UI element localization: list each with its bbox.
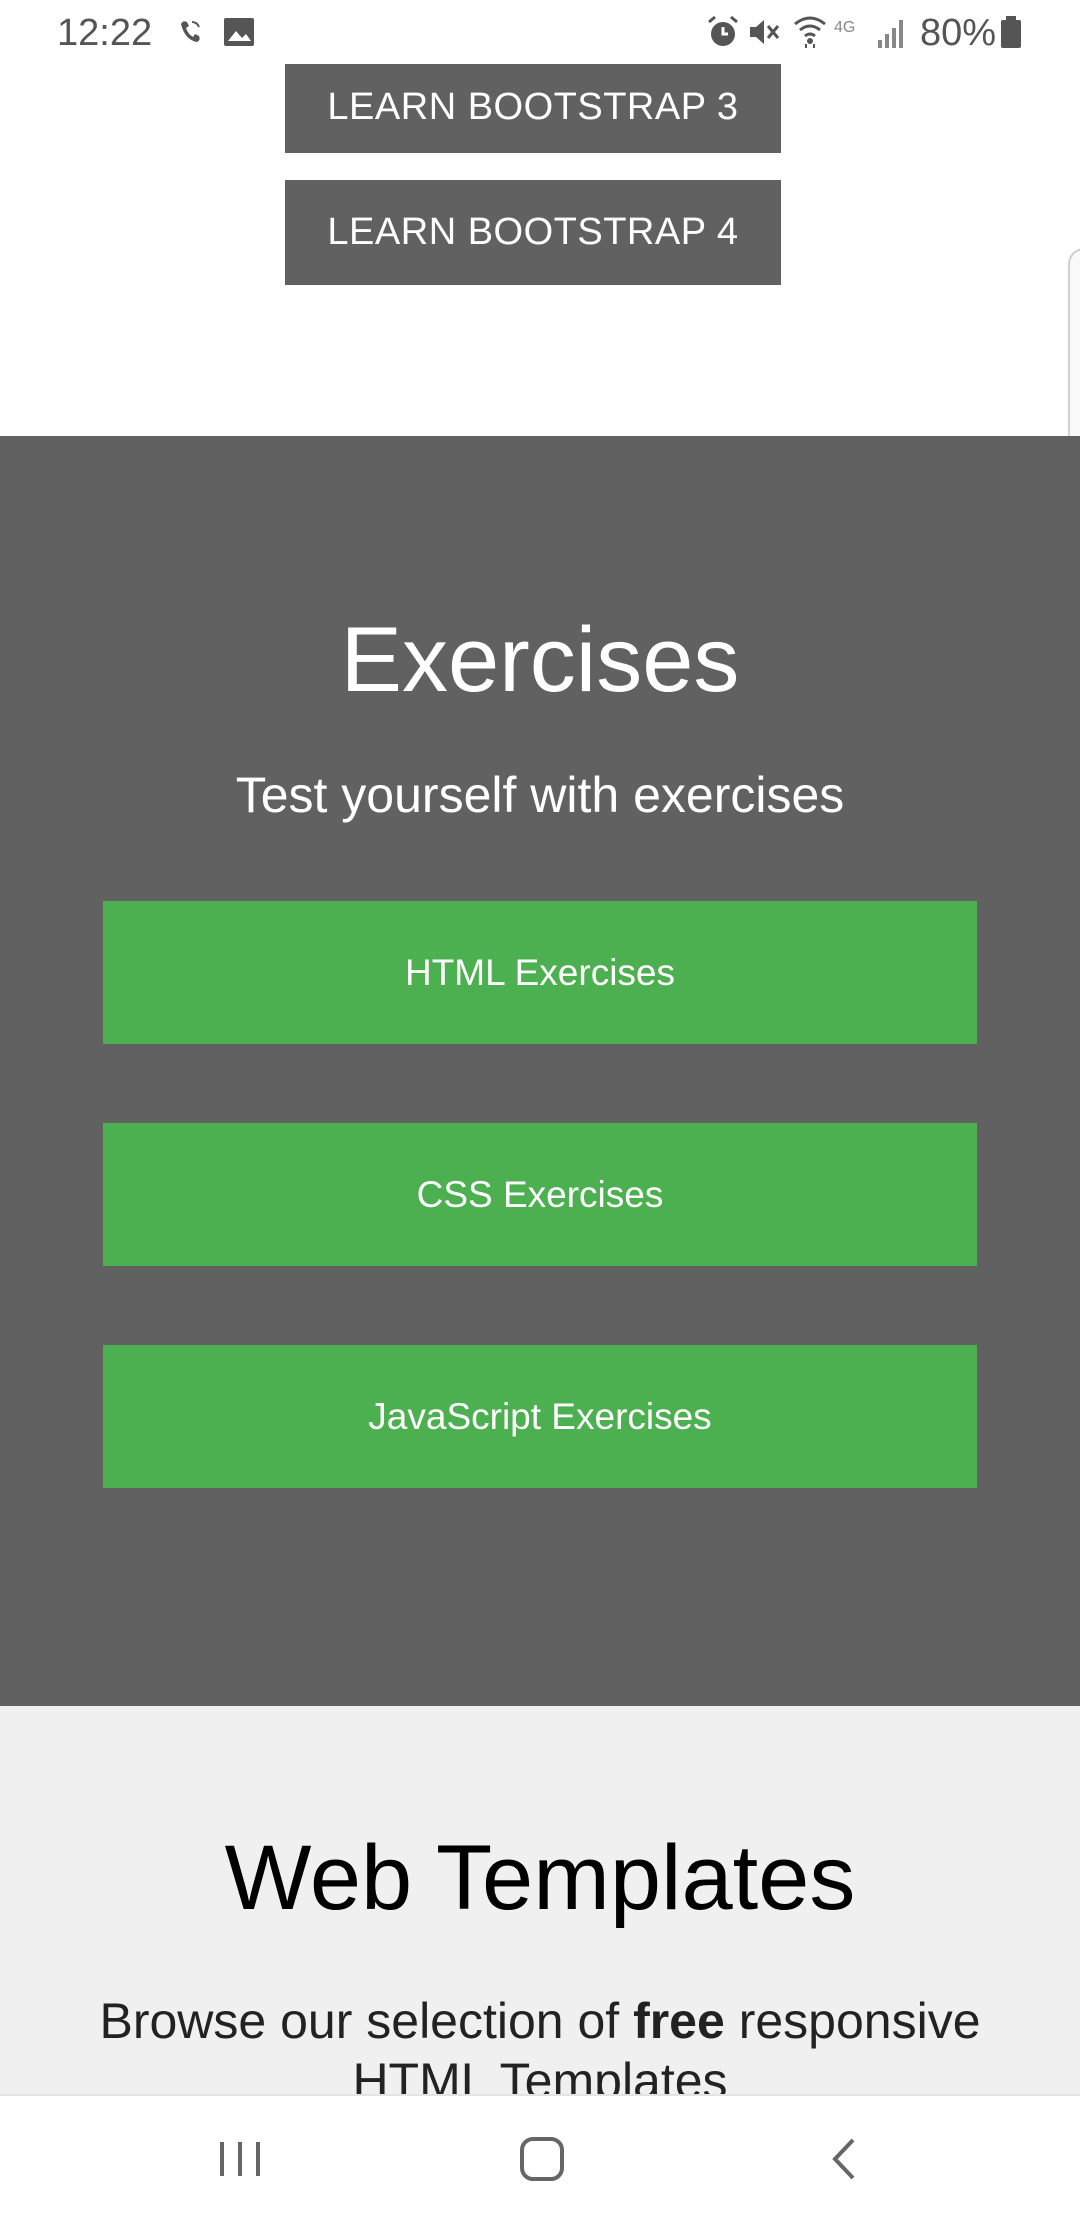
svg-text:4G: 4G	[834, 19, 855, 36]
recent-apps-icon[interactable]	[190, 2126, 290, 2192]
templates-title: Web Templates	[224, 1827, 856, 1929]
wifi-icon	[794, 16, 826, 48]
exercises-subtitle: Test yourself with exercises	[235, 767, 845, 823]
templates-desc-bold: free	[633, 1993, 725, 2049]
top-section: LEARN BOOTSTRAP 3 LEARN BOOTSTRAP 4	[0, 0, 1080, 436]
wifi-call-icon	[181, 21, 200, 42]
battery-icon	[1001, 16, 1021, 48]
lte-icon: 4G	[834, 19, 855, 36]
exercises-section: Exercises Test yourself with exercises H…	[0, 436, 1080, 1706]
alarm-icon	[708, 15, 738, 46]
status-bar: 12:22 4G 80%	[0, 0, 1080, 64]
css-exercises-button[interactable]: CSS Exercises	[103, 1123, 977, 1266]
status-time: 12:22	[57, 12, 153, 54]
templates-description: Browse our selection of free responsive …	[60, 1991, 1020, 2106]
signal-icon	[878, 20, 903, 48]
learn-bootstrap3-button[interactable]: LEARN BOOTSTRAP 3	[285, 62, 781, 153]
templates-section: Web Templates Browse our selection of fr…	[0, 1706, 1080, 2106]
home-icon[interactable]	[492, 2126, 592, 2192]
learn-bootstrap4-button[interactable]: LEARN BOOTSTRAP 4	[285, 180, 781, 285]
exercises-title: Exercises	[340, 609, 740, 711]
back-icon[interactable]	[795, 2126, 895, 2192]
templates-desc-before: Browse our selection of	[99, 1993, 634, 2049]
html-exercises-button[interactable]: HTML Exercises	[103, 901, 977, 1044]
mute-icon	[750, 20, 780, 44]
battery-percent: 80%	[920, 12, 997, 54]
gallery-icon	[224, 18, 254, 46]
navigation-bar	[0, 2094, 1080, 2222]
javascript-exercises-button[interactable]: JavaScript Exercises	[103, 1345, 977, 1488]
